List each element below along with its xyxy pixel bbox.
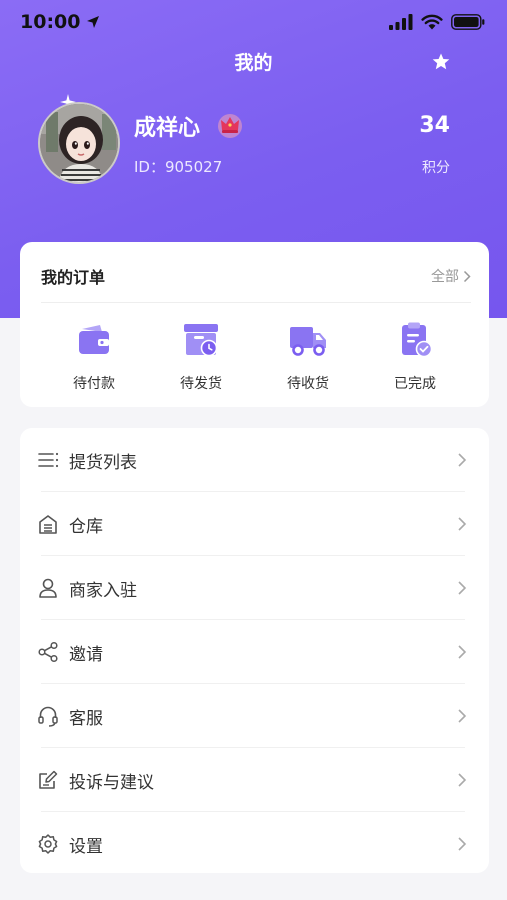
orders-title: 我的订单 — [41, 268, 106, 287]
share-icon — [38, 641, 58, 663]
menu-item-invite[interactable]: 邀请 — [20, 620, 489, 684]
username: 成祥心 — [134, 116, 201, 141]
battery-icon — [451, 14, 485, 30]
order-item-label: 待发货 — [180, 376, 222, 392]
order-pending-shipment[interactable]: 待发货 — [156, 320, 246, 393]
signal-icon — [389, 14, 413, 30]
points-label: 积分 — [422, 160, 450, 176]
menu-item-label: 邀请 — [69, 644, 103, 665]
orders-card: 我的订单 全部 待付款 待发货 待收货 已完成 — [20, 242, 489, 407]
menu-item-warehouse[interactable]: 仓库 — [20, 492, 489, 556]
truck-icon — [290, 327, 326, 356]
status-bar: 10:00 — [0, 0, 507, 44]
warehouse-icon — [39, 515, 57, 534]
menu-item-customer-service[interactable]: 客服 — [20, 684, 489, 748]
menu-item-label: 投诉与建议 — [69, 772, 154, 793]
status-time: 10:00 — [20, 11, 100, 33]
order-item-label: 已完成 — [394, 376, 436, 392]
clipboard-check-icon — [402, 322, 433, 358]
chevron-right-icon — [458, 709, 467, 723]
wifi-icon — [421, 14, 443, 30]
menu-item-label: 提货列表 — [69, 452, 137, 473]
location-arrow-icon — [87, 16, 100, 28]
headset-icon — [38, 706, 58, 727]
chevron-right-icon — [458, 645, 467, 659]
order-pending-receipt[interactable]: 待收货 — [263, 320, 353, 393]
menu-item-settings[interactable]: 设置 — [20, 812, 489, 876]
divider — [41, 302, 471, 303]
order-item-label: 待收货 — [287, 376, 329, 392]
chevron-right-icon — [458, 773, 467, 787]
orders-all-label: 全部 — [431, 269, 459, 285]
chevron-right-icon — [458, 581, 467, 595]
menu-item-label: 客服 — [69, 708, 103, 729]
chevron-right-icon — [463, 270, 471, 282]
status-time-text: 10:00 — [20, 11, 81, 33]
user-id: ID：905027 — [134, 158, 223, 176]
order-pending-payment[interactable]: 待付款 — [49, 320, 139, 393]
chevron-right-icon — [458, 837, 467, 851]
menu-item-label: 仓库 — [69, 516, 103, 537]
gear-icon — [38, 834, 58, 854]
menu-item-label: 商家入驻 — [69, 580, 137, 601]
avatar[interactable] — [38, 102, 120, 184]
points-value[interactable]: 34 — [419, 113, 450, 138]
box-clock-icon — [184, 324, 218, 357]
crown-icon — [218, 114, 242, 138]
edit-icon — [39, 770, 58, 789]
list-icon — [38, 452, 59, 468]
menu-item-pickup-list[interactable]: 提货列表 — [20, 428, 489, 492]
orders-all-link[interactable]: 全部 — [431, 266, 471, 286]
user-icon — [39, 578, 57, 598]
menu-card: 提货列表 仓库 商家入驻 邀请 客服 投诉与建议 设置 — [20, 428, 489, 873]
star-icon[interactable] — [431, 52, 451, 72]
chevron-right-icon — [458, 453, 467, 467]
wallet-icon — [79, 325, 109, 354]
menu-item-merchant-join[interactable]: 商家入驻 — [20, 556, 489, 620]
order-completed[interactable]: 已完成 — [370, 320, 460, 393]
menu-item-label: 设置 — [69, 836, 103, 857]
chevron-right-icon — [458, 517, 467, 531]
order-item-label: 待付款 — [73, 376, 115, 392]
menu-item-feedback[interactable]: 投诉与建议 — [20, 748, 489, 812]
